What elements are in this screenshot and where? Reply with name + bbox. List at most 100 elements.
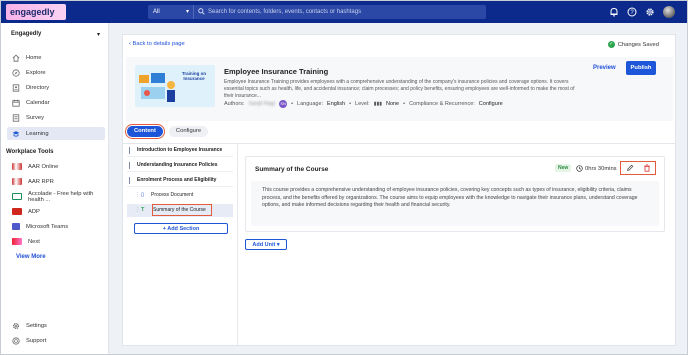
- bell-icon[interactable]: [609, 7, 619, 17]
- language-value[interactable]: English: [327, 101, 345, 107]
- sidebar-item-label: Survey: [26, 114, 45, 121]
- help-icon[interactable]: ?: [627, 7, 637, 17]
- back-link-label: Back to details page: [132, 41, 185, 47]
- separator: •: [291, 101, 294, 107]
- sidebar-item-label: Settings: [26, 322, 47, 329]
- author-name: Sanjit Nagi: [248, 101, 276, 107]
- org-name: Engagedly: [11, 31, 42, 37]
- bar-chart-icon: ▮▮▮: [373, 101, 382, 107]
- section-item[interactable]: Introduction to Employee Insurance: [127, 144, 233, 157]
- chevron-down-icon: ▾: [185, 9, 189, 15]
- search-box[interactable]: All ▾ Search for contents, folders, even…: [148, 5, 486, 19]
- section-label: Introduction to Employee Insurance: [137, 147, 223, 153]
- section-item[interactable]: Enrolment Process and Eligibility: [127, 174, 233, 187]
- sidebar-item-label: Explore: [26, 69, 46, 76]
- engagedly-logo[interactable]: engagedly: [6, 4, 66, 20]
- section-label: Enrolment Process and Eligibility: [137, 177, 217, 183]
- unit-duration[interactable]: 0hrs 30mins: [576, 165, 617, 172]
- tool-aar-rpr[interactable]: AAR RPR: [7, 175, 105, 188]
- level-label: Level:: [355, 101, 370, 107]
- sidebar: Engagedly ▾ Home Explore Directory Calen…: [1, 23, 109, 354]
- sidebar-item-support[interactable]: Support: [7, 334, 105, 347]
- tool-microsoft-teams[interactable]: Microsoft Teams: [7, 220, 105, 233]
- sidebar-item-calendar[interactable]: Calendar: [7, 96, 105, 109]
- selection-highlight: [152, 204, 212, 216]
- level-value[interactable]: None: [386, 101, 399, 107]
- course-title[interactable]: Employee Insurance Training: [224, 67, 328, 76]
- language-label: Language:: [297, 101, 324, 107]
- search-icon: [198, 8, 205, 15]
- view-more-link[interactable]: View More: [16, 254, 46, 260]
- sidebar-item-home[interactable]: Home: [7, 51, 105, 64]
- user-avatar[interactable]: [663, 6, 675, 18]
- drag-handle-icon[interactable]: ⋮: [135, 189, 140, 202]
- back-link[interactable]: ‹ Back to details page: [129, 41, 185, 47]
- calendar-icon: [12, 99, 20, 107]
- sidebar-item-directory[interactable]: Directory: [7, 81, 105, 94]
- section-marker: [129, 147, 130, 154]
- sidebar-item-label: Learning: [26, 130, 49, 137]
- section-label: Understanding Insurance Policies: [137, 162, 218, 168]
- tool-label: AAR Online: [28, 163, 59, 170]
- course-thumbnail[interactable]: Training on Insurance: [135, 65, 215, 107]
- edit-icon[interactable]: [626, 164, 634, 172]
- unit-label: Process Document: [151, 192, 194, 198]
- logo-text: engagedly: [10, 7, 55, 17]
- section-item[interactable]: Understanding Insurance Policies: [127, 159, 233, 172]
- thumbnail-caption: Training on Insurance: [181, 71, 207, 81]
- drag-handle-icon[interactable]: ⋮: [135, 204, 140, 217]
- search-scope-dropdown[interactable]: All ▾: [148, 5, 194, 19]
- delete-icon[interactable]: [643, 164, 651, 172]
- next-icon: [12, 238, 22, 245]
- tool-adp[interactable]: ADP: [7, 205, 105, 218]
- settings-icon[interactable]: [645, 7, 655, 17]
- check-icon: ✓: [607, 41, 615, 48]
- search-input[interactable]: Search for contents, folders, events, co…: [208, 5, 361, 19]
- tab-content[interactable]: Content: [125, 124, 165, 139]
- sidebar-item-settings[interactable]: Settings: [7, 319, 105, 332]
- text-type-icon: T: [141, 207, 145, 213]
- directory-icon: [12, 83, 20, 92]
- gear-icon: [12, 322, 20, 329]
- add-unit-button[interactable]: Add Unit ▾: [245, 239, 287, 250]
- publish-button[interactable]: Publish: [626, 61, 656, 75]
- tool-accolade[interactable]: Accolade - Free help with health ...: [7, 190, 105, 203]
- tool-aar-online[interactable]: AAR Online: [7, 160, 105, 173]
- org-switcher[interactable]: Engagedly: [11, 31, 41, 37]
- preview-button[interactable]: Preview: [593, 65, 616, 71]
- tool-label: Next: [28, 238, 40, 245]
- course-header: Training on Insurance Employee Insurance…: [126, 57, 673, 121]
- section-marker: [129, 162, 130, 169]
- add-unit-label: Add Unit: [252, 242, 276, 248]
- tool-label: AAR RPR: [28, 178, 54, 185]
- new-badge: New: [555, 164, 572, 172]
- search-scope-label: All: [153, 9, 160, 15]
- workplace-tools-title: Workplace Tools: [6, 149, 54, 155]
- sidebar-item-label: Home: [26, 54, 42, 61]
- tool-next[interactable]: Next: [7, 235, 105, 248]
- unit-card: Summary of the Course New 0hrs 30mins Th…: [245, 156, 665, 232]
- sidebar-item-explore[interactable]: Explore: [7, 66, 105, 79]
- chevron-down-icon: ▾: [276, 242, 280, 248]
- compliance-value[interactable]: Configure: [479, 101, 503, 107]
- unit-body-text[interactable]: This course provides a comprehensive und…: [251, 181, 659, 226]
- caret-down-icon[interactable]: ▾: [97, 31, 100, 38]
- unit-item[interactable]: ⋮ ▯ Process Document: [127, 189, 233, 202]
- sidebar-item-learning[interactable]: Learning: [7, 127, 105, 140]
- course-description[interactable]: Employee Insurance Training provides emp…: [224, 79, 584, 100]
- author-avatar[interactable]: SN: [279, 100, 288, 108]
- unit-title[interactable]: Summary of the Course: [255, 166, 328, 173]
- save-status: ✓ Changes Saved: [607, 41, 659, 48]
- separator: •: [349, 101, 352, 107]
- duration-value: 0hrs 30mins: [585, 165, 617, 172]
- sidebar-item-survey[interactable]: Survey: [7, 111, 105, 124]
- tool-label: Accolade - Free help with health ...: [28, 190, 94, 203]
- document-icon: ▯: [141, 192, 145, 198]
- editor-tabs: Content Configure: [125, 124, 209, 139]
- sidebar-item-label: Directory: [26, 84, 50, 91]
- add-section-button[interactable]: + Add Section: [134, 223, 228, 234]
- tab-configure[interactable]: Configure: [168, 126, 209, 137]
- compass-icon: [12, 68, 20, 77]
- compliance-label: Compliance & Recurrence:: [409, 101, 475, 107]
- save-status-label: Changes Saved: [617, 41, 659, 48]
